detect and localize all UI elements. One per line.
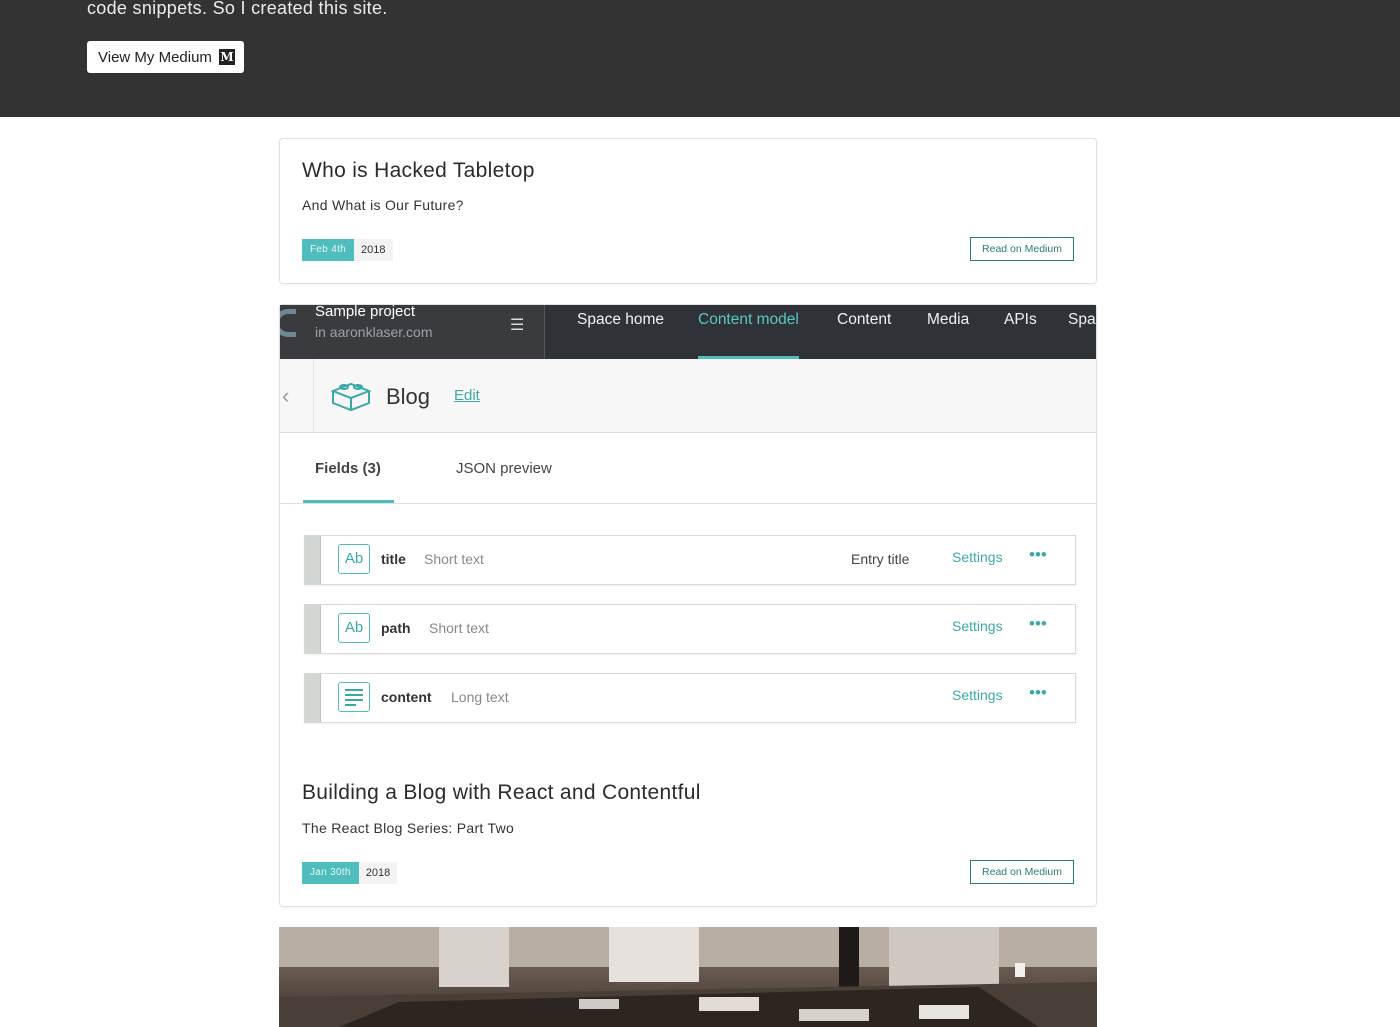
- fields-tabs: Fields (3) JSON preview: [280, 434, 1096, 504]
- post-date: Feb 4th 2018: [302, 239, 393, 261]
- more-options-icon: •••: [1029, 614, 1047, 633]
- short-text-icon: Ab: [338, 613, 370, 643]
- date-tag: Feb 4th: [302, 239, 355, 261]
- tab-json-preview: JSON preview: [456, 460, 552, 477]
- field-settings-link: Settings: [952, 549, 1003, 565]
- content-type-header: ‹ Blog Edit: [280, 359, 1096, 433]
- read-on-medium-button[interactable]: Read on Medium: [970, 237, 1074, 261]
- field-settings-link: Settings: [952, 687, 1003, 703]
- field-type: Short text: [429, 620, 489, 636]
- more-options-icon: •••: [1029, 545, 1047, 564]
- nav-content-model: Content model: [698, 305, 799, 359]
- field-name: title: [381, 551, 406, 567]
- long-text-icon: [338, 682, 370, 712]
- field-row: Ab path Short text Settings •••: [304, 604, 1076, 654]
- year-tag: 2018: [354, 239, 393, 261]
- hamburger-icon: ☰: [510, 317, 525, 334]
- project-switcher: Sample project in aaronklaser.com ☰: [280, 305, 545, 359]
- nav-content: Content: [837, 311, 892, 328]
- entry-title-badge: Entry title: [851, 551, 910, 567]
- back-chevron-icon: ‹: [280, 359, 314, 433]
- post-card: Sample project in aaronklaser.com ☰ Spac…: [279, 304, 1097, 907]
- active-tab-indicator: [303, 500, 394, 503]
- drag-handle: [305, 674, 321, 722]
- hero-text: code snippets. So I created this site.: [87, 0, 388, 18]
- project-name: Sample project: [315, 305, 416, 320]
- year-tag: 2018: [358, 862, 398, 884]
- medium-logo-icon: M: [219, 49, 235, 65]
- short-text-icon: Ab: [338, 544, 370, 574]
- post-title: Who is Hacked Tabletop: [302, 159, 535, 182]
- tabletop-photo: [279, 927, 1097, 1027]
- post-cover-image[interactable]: [279, 927, 1097, 1027]
- field-type: Long text: [451, 689, 509, 705]
- hero-banner: code snippets. So I created this site. V…: [0, 0, 1400, 117]
- field-name: content: [381, 689, 432, 705]
- contentful-logo-icon: [280, 309, 296, 337]
- post-date: Jan 30th 2018: [302, 862, 398, 884]
- view-medium-button[interactable]: View My Medium M: [87, 41, 244, 73]
- more-options-icon: •••: [1029, 683, 1047, 702]
- nav-space-settings: Spa: [1068, 311, 1096, 328]
- edit-link: Edit: [454, 387, 480, 404]
- project-site: in aaronklaser.com: [315, 324, 433, 340]
- nav-apis: APIs: [1004, 311, 1037, 328]
- field-name: path: [381, 620, 411, 636]
- nav-space-home: Space home: [577, 311, 665, 328]
- field-row: Ab title Short text Entry title Settings…: [304, 535, 1076, 585]
- drag-handle: [305, 536, 321, 584]
- post-card: Who is Hacked Tabletop And What is Our F…: [279, 138, 1097, 284]
- content-type-icon: [330, 382, 372, 412]
- tab-fields: Fields (3): [315, 460, 381, 477]
- field-row: content Long text Settings •••: [304, 673, 1076, 723]
- drag-handle: [305, 605, 321, 653]
- field-type: Short text: [424, 551, 484, 567]
- post-cover-image[interactable]: Sample project in aaronklaser.com ☰ Spac…: [280, 305, 1096, 745]
- post-title: Building a Blog with React and Contentfu…: [302, 781, 701, 804]
- field-settings-link: Settings: [952, 618, 1003, 634]
- contentful-topbar: Sample project in aaronklaser.com ☰ Spac…: [280, 305, 1096, 359]
- post-subtitle: And What is Our Future?: [302, 197, 464, 213]
- read-on-medium-button[interactable]: Read on Medium: [970, 860, 1074, 884]
- post-subtitle: The React Blog Series: Part Two: [302, 820, 515, 836]
- nav-media: Media: [927, 311, 970, 328]
- content-type-name: Blog: [386, 384, 431, 409]
- view-medium-label: View My Medium: [98, 48, 212, 66]
- date-tag: Jan 30th: [302, 862, 359, 884]
